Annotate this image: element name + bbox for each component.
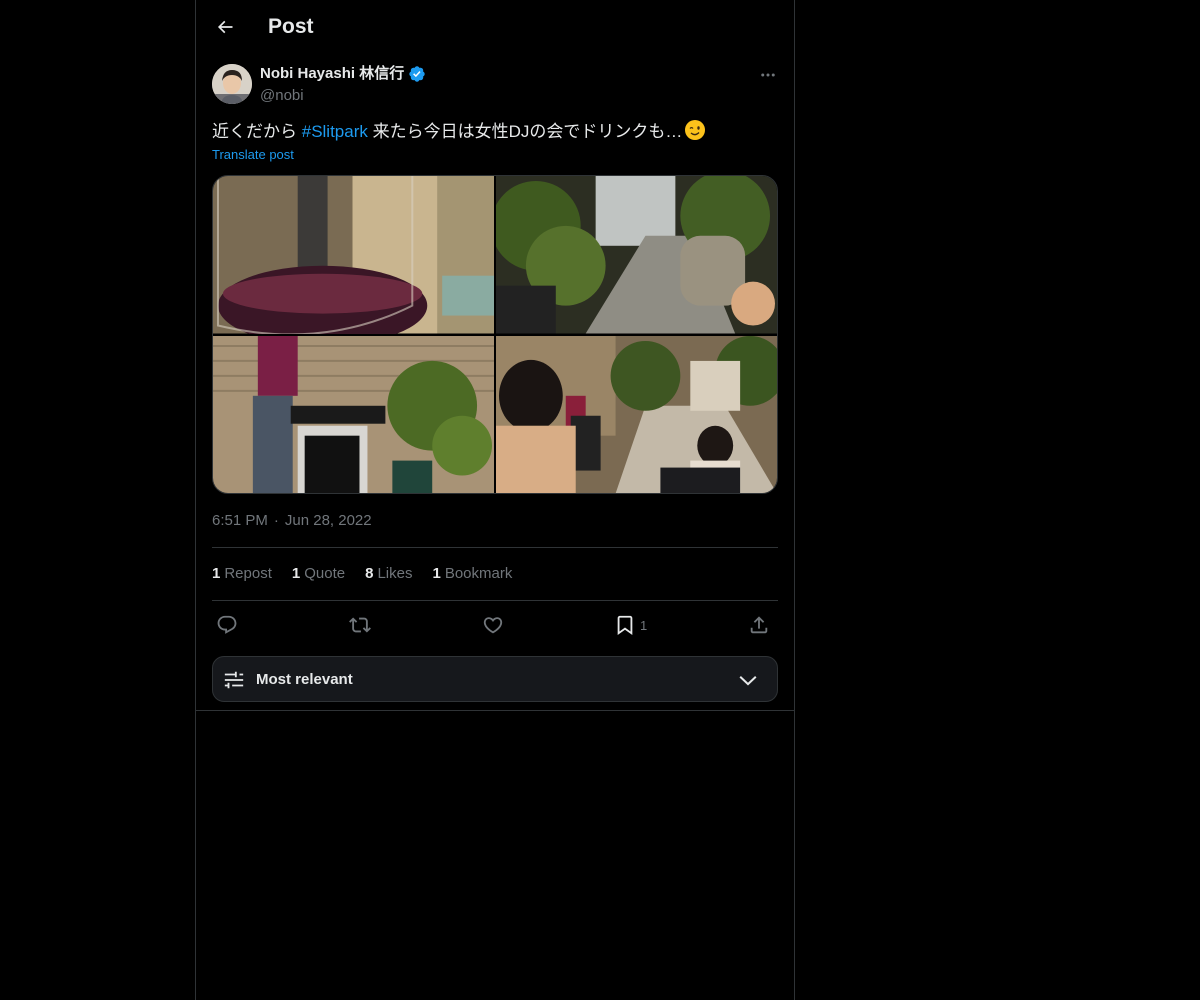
stat-quotes-count: 1 (291, 565, 301, 582)
reply-sort-dropdown[interactable]: Most relevant (212, 656, 778, 702)
verified-badge-icon[interactable] (408, 65, 426, 83)
post-timestamp[interactable]: 6:51 PM · Jun 28, 2022 (212, 511, 372, 531)
more-options-button[interactable] (754, 64, 782, 86)
stat-bookmarks-count: 1 (432, 565, 441, 582)
post-date: Jun 28, 2022 (284, 512, 372, 529)
section-divider (196, 710, 794, 711)
stat-likes-label: Likes (377, 565, 413, 582)
page-title: Post (268, 15, 314, 38)
timestamp-separator: · (273, 512, 279, 529)
repost-button[interactable] (349, 610, 371, 640)
share-icon (750, 616, 768, 634)
post-text-before: 近くだから (212, 122, 302, 141)
stat-likes[interactable]: 8 Likes (365, 564, 412, 584)
reply-button[interactable] (216, 610, 238, 640)
action-bar: 1 (212, 610, 778, 640)
media-photo-1[interactable] (213, 176, 494, 334)
media-photo-2[interactable] (496, 176, 777, 334)
bookmark-button[interactable]: 1 (614, 610, 647, 640)
author-name-text: Nobi Hayashi 林信行 (260, 65, 405, 82)
media-grid (212, 175, 778, 494)
back-button[interactable] (208, 10, 242, 44)
bookmark-icon (617, 615, 633, 636)
divider (212, 600, 778, 601)
repost-icon (349, 617, 371, 633)
reply-sort-label: Most relevant (256, 671, 353, 688)
chevron-down-icon (739, 676, 757, 686)
sliders-icon (224, 671, 244, 689)
photo-garden-alley (496, 176, 777, 334)
heart-icon (483, 617, 503, 634)
post-text-after: 来たら今日は女性DJの会でドリンクも… (367, 122, 683, 141)
page-header: Post (196, 0, 794, 53)
photo-dj-booth (213, 335, 494, 493)
hashtag-link[interactable]: #Slitpark (302, 122, 368, 141)
translate-post-link[interactable]: Translate post (212, 146, 294, 164)
stat-reposts[interactable]: 1 Repost (212, 564, 272, 584)
post-time: 6:51 PM (212, 512, 268, 529)
divider (212, 547, 778, 548)
like-button[interactable] (482, 610, 504, 640)
stat-quotes[interactable]: 1 Quote (292, 564, 345, 584)
arrow-left-icon (217, 20, 233, 34)
stat-bookmarks[interactable]: 1 Bookmark (432, 564, 512, 584)
photo-wine-glass (213, 176, 494, 334)
stat-reposts-count: 1 (212, 565, 221, 582)
winking-face-icon (684, 119, 706, 141)
post-text: 近くだから #Slitpark 来たら今日は女性DJの会でドリンクも… (212, 119, 778, 144)
stat-quotes-label: Quote (304, 565, 346, 582)
media-photo-4[interactable] (496, 335, 777, 493)
stat-bookmarks-label: Bookmark (444, 565, 513, 582)
avatar-photo (212, 64, 252, 104)
bookmark-count: 1 (640, 617, 648, 633)
avatar[interactable] (212, 64, 252, 104)
reply-icon (217, 615, 237, 634)
more-horizontal-icon (761, 73, 775, 77)
media-photo-3[interactable] (213, 335, 494, 493)
photo-party-crowd (496, 335, 777, 493)
author-name[interactable]: Nobi Hayashi 林信行 (260, 64, 426, 84)
post-detail-column: Post Nobi Hayashi 林信行 @nobi 近くだから #Slitp… (195, 0, 795, 1000)
stat-reposts-label: Repost (224, 565, 272, 582)
author-handle[interactable]: @nobi (260, 86, 304, 106)
engagement-stats: 1 Repost 1 Quote 8 Likes 1 Bookmark (212, 564, 512, 584)
share-button[interactable] (748, 610, 770, 640)
stat-likes-count: 8 (365, 565, 374, 582)
